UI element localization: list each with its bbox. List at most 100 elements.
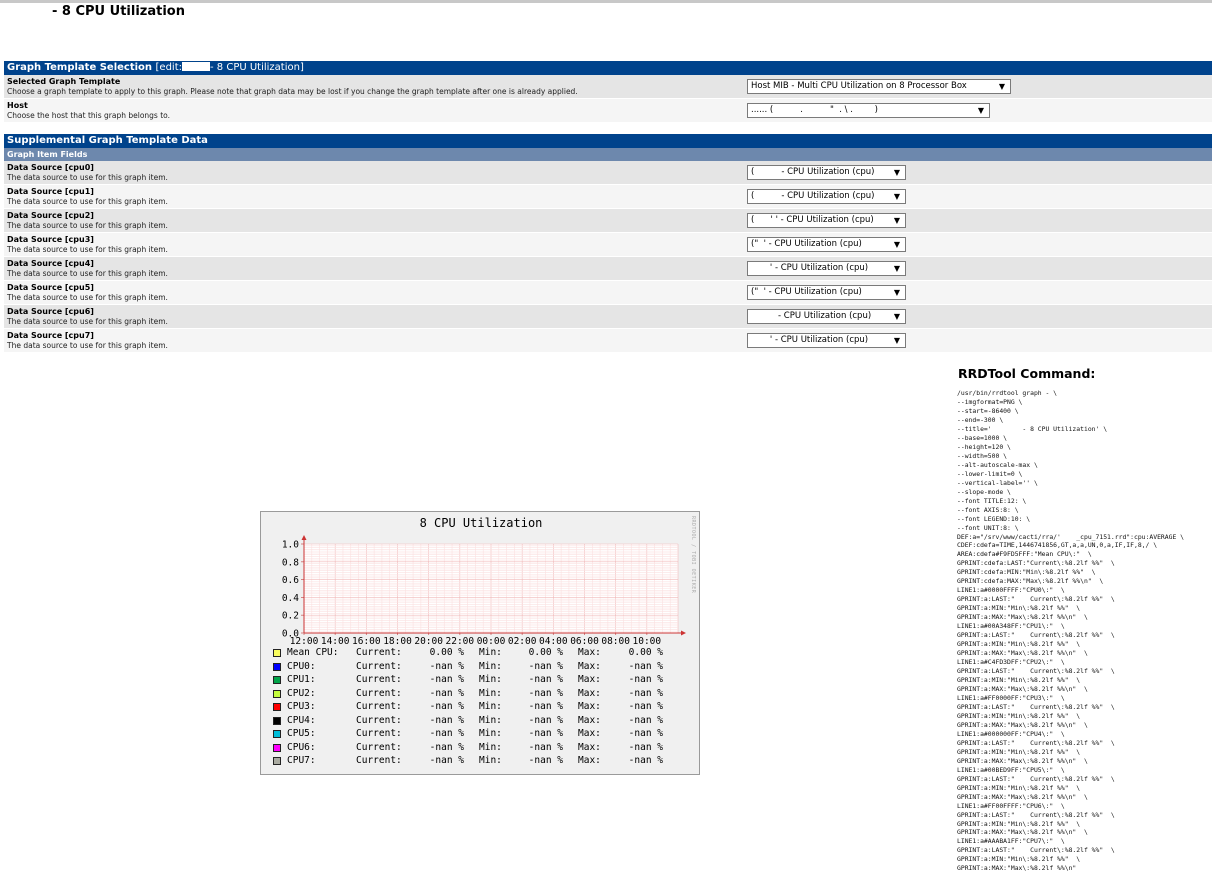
min-value: -nan % — [528, 674, 563, 685]
rrdtool-watermark: RRDTOOL / TOBI OETIKER — [690, 516, 696, 594]
legend-name: CPU4: — [287, 714, 316, 726]
select-value: ' - CPU Utilization (cpu) — [751, 263, 869, 273]
min-label: Min: — [479, 714, 502, 726]
x-axis-arrow — [681, 630, 686, 636]
max-value: -nan % — [628, 728, 663, 739]
select-value: (" ' - CPU Utilization (cpu) — [751, 287, 862, 297]
max-value: -nan % — [628, 701, 663, 712]
field-description: Choose the host that this graph belongs … — [7, 111, 170, 120]
legend-swatch — [273, 743, 281, 752]
y-tick-label: 0.4 — [282, 593, 299, 604]
form-row: Data Source [cpu1] The data source to use… — [4, 185, 1212, 209]
legend-swatch — [273, 689, 281, 698]
field-label: Selected Graph Template — [7, 77, 121, 86]
y-axis-arrow — [301, 535, 307, 540]
max-value: -nan % — [628, 674, 663, 685]
legend-name: CPU0: — [287, 660, 316, 672]
legend-swatch — [273, 730, 281, 738]
select-value: ( - CPU Utilization (cpu) — [751, 191, 875, 201]
min-value: -nan % — [528, 755, 563, 766]
edit-prefix: [edit: — [155, 62, 183, 73]
dropdown-arrow-icon: ▼ — [893, 288, 900, 297]
current-value: -nan % — [429, 660, 464, 672]
min-label: Min: — [479, 741, 502, 753]
dropdown-arrow-icon: ▼ — [893, 192, 900, 201]
field-select[interactable]: ( - CPU Utilization (cpu) ▼ — [747, 189, 906, 204]
min-label: Min: — [479, 701, 502, 712]
form-row: Data Source [cpu2] The data source to use… — [4, 209, 1212, 233]
max-label: Max: — [578, 647, 601, 658]
supplemental-header: Supplemental Graph Template Data — [4, 134, 1212, 148]
select-value: ( - CPU Utilization (cpu) — [751, 167, 875, 177]
current-label: Current: — [356, 701, 402, 712]
legend-swatch — [273, 649, 281, 657]
graph-image: 0.0 0.2 0.4 0.6 0.8 1.0 12:00 14:00 16:00 18:00 20… — [260, 511, 700, 775]
legend-name: CPU7: — [287, 755, 316, 766]
max-label: Max: — [578, 687, 601, 699]
field-description: The data source to use for this graph it… — [7, 341, 168, 350]
rrdtool-title: RRDTool Command: — [958, 366, 1096, 381]
current-label: Current: — [356, 674, 402, 685]
top-border — [0, 0, 1212, 3]
min-value: -nan % — [528, 714, 563, 726]
y-tick-label: 0.8 — [282, 557, 299, 568]
field-label: Data Source [cpu7] — [7, 331, 94, 340]
min-value: -nan % — [528, 687, 563, 699]
legend-swatch — [273, 757, 281, 765]
field-select[interactable]: ...... ( . " . \ . ) ▼ — [747, 103, 990, 118]
max-label: Max: — [578, 755, 601, 766]
graph-item-fields-header: Graph Item Fields — [4, 148, 1212, 161]
form-row: Data Source [cpu3] The data source to use… — [4, 233, 1212, 257]
field-select[interactable]: - CPU Utilization (cpu) ▼ — [747, 309, 906, 324]
legend-swatch — [273, 676, 281, 684]
field-select[interactable]: (" ' - CPU Utilization (cpu) ▼ — [747, 237, 906, 252]
dropdown-arrow-icon: ▼ — [893, 264, 900, 273]
legend-swatch — [273, 662, 281, 671]
max-value: -nan % — [628, 741, 663, 753]
current-value: -nan % — [429, 714, 464, 726]
min-label: Min: — [479, 728, 502, 739]
max-label: Max: — [578, 660, 601, 672]
field-description: The data source to use for this graph it… — [7, 197, 168, 206]
field-select[interactable]: (" ' - CPU Utilization (cpu) ▼ — [747, 285, 906, 300]
field-label: Data Source [cpu6] — [7, 307, 94, 316]
current-value: 0.00 % — [429, 647, 464, 658]
field-description: Choose a graph template to apply to this… — [7, 87, 578, 96]
select-value: ( ' ' - CPU Utilization (cpu) — [751, 215, 874, 225]
field-select[interactable]: ( - CPU Utilization (cpu) ▼ — [747, 165, 906, 180]
dropdown-arrow-icon: ▼ — [893, 240, 900, 249]
field-select[interactable]: ( ' ' - CPU Utilization (cpu) ▼ — [747, 213, 906, 228]
form-row: Data Source [cpu0] The data source to use… — [4, 161, 1212, 185]
field-select[interactable]: ' - CPU Utilization (cpu) ▼ — [747, 261, 906, 276]
field-label: Data Source [cpu0] — [7, 163, 94, 172]
legend-name: Mean CPU: — [287, 647, 339, 658]
current-label: Current: — [356, 755, 402, 766]
current-value: -nan % — [429, 741, 464, 753]
form-row: Data Source [cpu4] The data source to use… — [4, 257, 1212, 281]
current-label: Current: — [356, 660, 402, 672]
dropdown-arrow-icon: ▼ — [893, 336, 900, 345]
current-label: Current: — [356, 728, 402, 739]
field-description: The data source to use for this graph it… — [7, 293, 168, 302]
field-description: The data source to use for this graph it… — [7, 269, 168, 278]
template-selection-title: Graph Template Selection — [7, 62, 153, 73]
rrdtool-command: /usr/bin/rrdtool graph - \ --imgformat=P… — [957, 389, 1185, 873]
max-value: 0.00 % — [628, 647, 663, 658]
y-tick-label: 0.2 — [282, 611, 299, 622]
dropdown-arrow-icon: ▼ — [893, 216, 900, 225]
min-label: Min: — [479, 755, 502, 766]
max-label: Max: — [578, 741, 601, 753]
page-title: - 8 CPU Utilization — [52, 4, 185, 19]
legend-name: CPU1: — [287, 674, 316, 685]
field-select[interactable]: ' - CPU Utilization (cpu) ▼ — [747, 333, 906, 348]
y-tick-label: 0.6 — [282, 575, 299, 586]
field-select[interactable]: Host MIB - Multi CPU Utilization on 8 Pr… — [747, 79, 1011, 94]
current-label: Current: — [356, 647, 402, 658]
template-selection-header: Graph Template Selection [edit: - 8 CPU U… — [4, 61, 1212, 75]
min-value: -nan % — [528, 741, 563, 753]
min-label: Min: — [479, 674, 502, 685]
field-description: The data source to use for this graph it… — [7, 245, 168, 254]
legend-name: CPU5: — [287, 728, 316, 739]
current-value: -nan % — [429, 687, 464, 699]
legend-name: CPU6: — [287, 741, 316, 753]
